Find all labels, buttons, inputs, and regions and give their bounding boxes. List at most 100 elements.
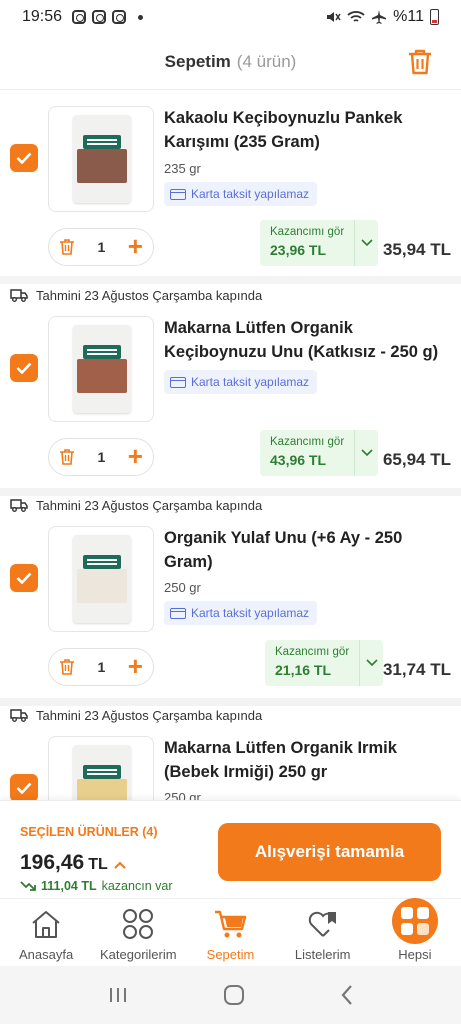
nav-label: Sepetim — [206, 947, 255, 962]
increase-quantity-button[interactable]: + — [128, 443, 143, 469]
product-fill — [77, 779, 127, 800]
instagram-icon — [92, 10, 107, 24]
quantity-stepper: 1 + — [48, 648, 154, 686]
home-icon — [32, 911, 60, 938]
quantity-stepper: 1 + — [48, 438, 154, 476]
cart-icon — [214, 910, 246, 938]
back-icon[interactable] — [340, 984, 354, 1006]
trash-icon[interactable] — [59, 238, 75, 256]
airplane-icon — [372, 10, 387, 24]
item-price: 35,94 TL — [382, 240, 451, 259]
all-services-icon — [391, 898, 438, 944]
divider — [0, 488, 461, 496]
truck-icon — [10, 499, 28, 512]
checkmark-icon — [16, 152, 32, 164]
delivery-text: Tahmini 23 Ağustos Çarşamba kapında — [36, 708, 263, 723]
savings-box[interactable]: Kazancımı gör 23,96 TL — [260, 220, 379, 266]
nav-item-cart[interactable]: Sepetim — [184, 899, 276, 966]
item-checkbox[interactable] — [10, 354, 38, 382]
item-price: 31,74 TL — [382, 660, 451, 679]
delivery-info — [10, 90, 28, 94]
product-image[interactable] — [48, 316, 154, 422]
product-weight: 250 gr — [164, 580, 201, 595]
product-package — [73, 745, 131, 800]
instagram-icon — [72, 10, 87, 24]
complete-purchase-button[interactable]: Alışverişi tamamla — [218, 823, 441, 881]
checkmark-icon — [16, 362, 32, 374]
product-name[interactable]: Makarna Lütfen Organik Irmik (Bebek Irmi… — [164, 736, 444, 784]
total-amount: 196,46 — [20, 851, 85, 874]
product-image[interactable] — [48, 106, 154, 212]
product-fill — [77, 569, 127, 603]
recent-apps-icon[interactable] — [108, 986, 128, 1004]
truck-icon — [10, 289, 28, 302]
total-savings: 111,04 TL kazancın var — [20, 879, 172, 893]
cart-header: Sepetim (4 ürün) — [0, 34, 461, 90]
checkout-summary: SEÇİLEN ÜRÜNLER (4) 196,46 TL 111,04 TL … — [0, 800, 461, 898]
increase-quantity-button[interactable]: + — [128, 653, 143, 679]
item-checkbox[interactable] — [10, 144, 38, 172]
product-name[interactable]: Organik Yulaf Unu (+6 Ay - 250 Gram) — [164, 526, 444, 574]
wifi-icon — [347, 11, 365, 22]
total-price[interactable]: 196,46 TL — [20, 851, 126, 875]
nav-item-categories[interactable]: Kategorilerim — [92, 899, 184, 966]
item-checkbox[interactable] — [10, 564, 38, 592]
product-fill — [77, 359, 127, 393]
installment-badge: Karta taksit yapılamaz — [164, 601, 318, 625]
chevron-up-icon[interactable] — [114, 861, 126, 869]
categories-icon — [123, 909, 154, 939]
product-weight: 235 gr — [164, 161, 201, 176]
delivery-info: Tahmini 23 Ağustos Çarşamba kapında — [10, 288, 262, 303]
savings-box[interactable]: Kazancımı gör 21,16 TL — [265, 640, 384, 686]
chevron-down-icon — [361, 449, 373, 457]
checkmark-icon — [16, 782, 32, 794]
nav-item-lists[interactable]: Listelerim — [277, 899, 369, 966]
product-name[interactable]: Kakaolu Keçiboynuzlu Pankek Karışımı (23… — [164, 106, 444, 154]
page-title: Sepetim — [164, 51, 231, 71]
nav-label: Listelerim — [294, 947, 351, 962]
delivery-text: Tahmini 23 Ağustos Çarşamba kapında — [36, 498, 263, 513]
credit-card-icon — [170, 607, 186, 619]
product-image[interactable] — [48, 736, 154, 800]
instagram-icon — [112, 10, 127, 24]
delivery-text: Tahmini 23 Ağustos Çarşamba kapında — [36, 288, 263, 303]
selected-products-label: SEÇİLEN ÜRÜNLER (4) — [20, 825, 158, 839]
product-image[interactable] — [48, 526, 154, 632]
quantity-stepper: 1 + — [48, 228, 154, 266]
trend-down-icon — [20, 881, 36, 891]
delete-all-button[interactable] — [407, 48, 433, 81]
battery-icon — [430, 9, 439, 25]
trash-icon[interactable] — [59, 448, 75, 466]
savings-label: Kazancımı gör — [270, 436, 345, 448]
item-count: (4 ürün) — [236, 51, 297, 71]
nav-item-home[interactable]: Anasayfa — [0, 899, 92, 966]
cart-item-list[interactable]: Kakaolu Keçiboynuzlu Pankek Karışımı (23… — [0, 90, 461, 800]
system-navigation-bar — [0, 966, 461, 1024]
installment-text: Karta taksit yapılamaz — [191, 606, 310, 620]
notification-icons — [72, 10, 127, 24]
savings-label: Kazancımı gör — [275, 646, 350, 658]
nav-item-all[interactable]: Hepsi — [369, 898, 461, 966]
chevron-down-icon — [366, 659, 378, 667]
trash-icon[interactable] — [59, 658, 75, 676]
product-package — [73, 325, 131, 413]
battery-percent: %11 — [393, 8, 424, 25]
divider — [0, 276, 461, 284]
product-package — [73, 535, 131, 623]
item-checkbox[interactable] — [10, 774, 38, 800]
delivery-info: Tahmini 23 Ağustos Çarşamba kapında — [10, 708, 262, 723]
chevron-down-icon — [361, 239, 373, 247]
truck-icon — [10, 90, 28, 94]
installment-badge: Karta taksit yapılamaz — [164, 182, 318, 206]
increase-quantity-button[interactable]: + — [128, 233, 143, 259]
nav-label: Anasayfa — [19, 947, 74, 962]
product-name[interactable]: Makarna Lütfen Organik Keçiboynuzu Unu (… — [164, 316, 444, 364]
product-weight: 250 gr — [164, 790, 201, 800]
savings-value: 21,16 TL — [275, 662, 332, 678]
installment-text: Karta taksit yapılamaz — [191, 187, 310, 201]
savings-amount: 111,04 TL — [41, 879, 97, 893]
home-button-icon[interactable] — [223, 984, 245, 1006]
savings-box[interactable]: Kazancımı gör 43,96 TL — [260, 430, 379, 476]
quantity-value: 1 — [97, 659, 106, 675]
total-currency: TL — [88, 856, 108, 873]
